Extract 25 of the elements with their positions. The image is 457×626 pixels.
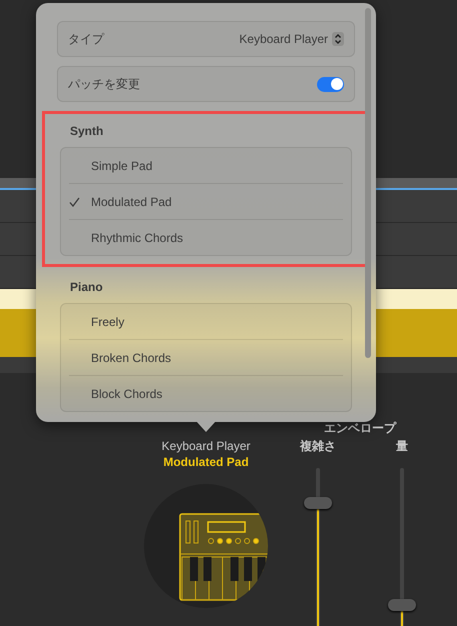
option-item[interactable]: Modulated Pad (69, 184, 343, 220)
scrollbar[interactable] (365, 8, 371, 358)
instrument-name: Keyboard Player (162, 438, 250, 454)
select-value: Keyboard Player (239, 32, 328, 46)
patch-name: Modulated Pad (163, 454, 249, 470)
option-item[interactable]: Rhythmic Chords (69, 220, 343, 255)
section-title: Piano (69, 279, 104, 296)
setting-label: パッチを変更 (68, 76, 140, 92)
keyboard-drawing[interactable] (144, 484, 268, 608)
section-title: Synth (69, 123, 104, 140)
option-item[interactable]: Simple Pad (69, 148, 343, 184)
setting-label: タイプ (68, 30, 104, 48)
option-item[interactable]: Broken Chords (69, 340, 343, 376)
slider-label: 量 (396, 438, 408, 454)
stepper-icon (332, 32, 344, 46)
toggle-switch[interactable] (317, 76, 344, 92)
slider-thumb[interactable] (304, 496, 332, 509)
type-select[interactable]: タイプ Keyboard Player (57, 21, 355, 57)
slider-thumb[interactable] (388, 598, 416, 611)
slider-label: 複雑さ (300, 438, 336, 454)
option-item[interactable]: Freely (69, 304, 343, 340)
envelope-title: エンベロープ (324, 420, 396, 437)
option-item[interactable]: Block Chords (69, 376, 343, 411)
checkmark-icon (69, 196, 80, 206)
popover-arrow (196, 421, 216, 432)
